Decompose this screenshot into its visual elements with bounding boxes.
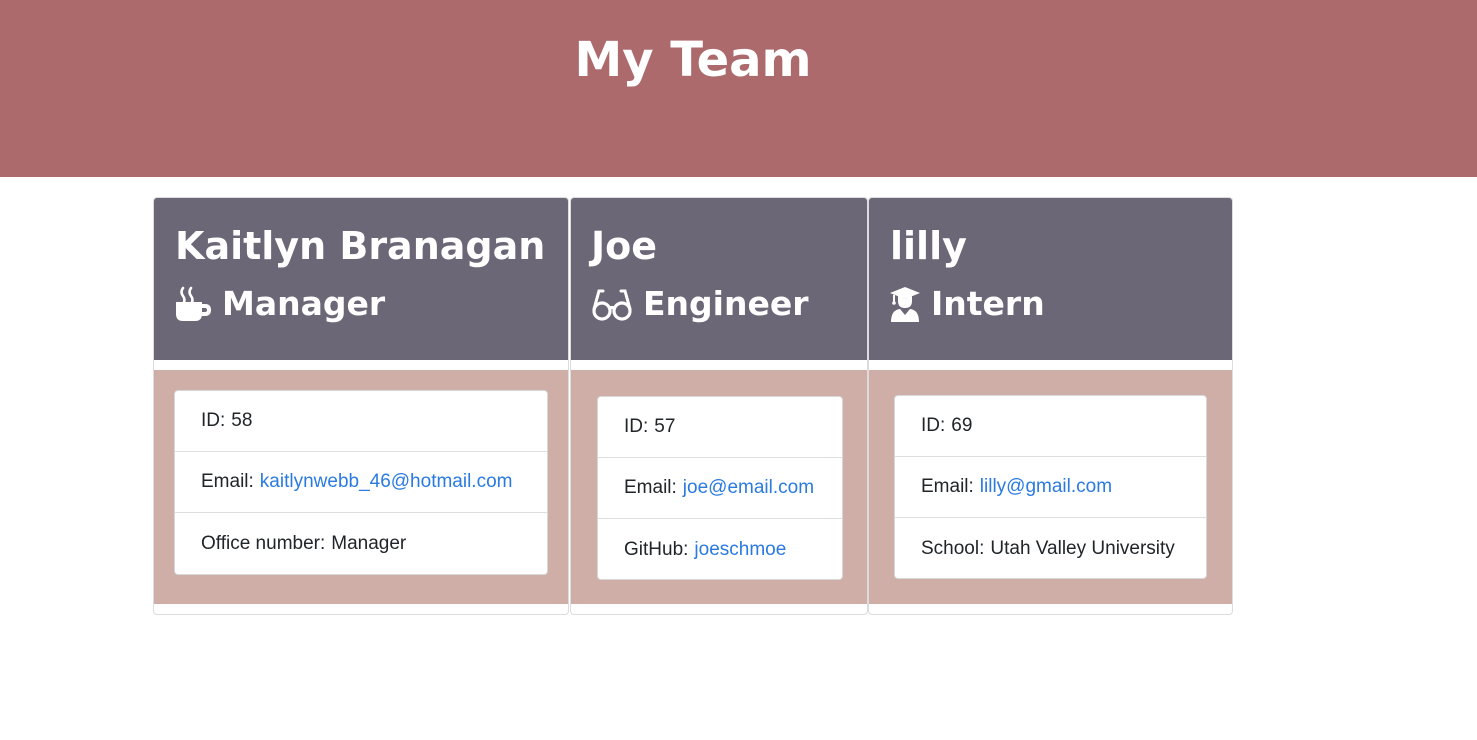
id-item: ID: 58 bbox=[175, 391, 547, 452]
page-header: My Team bbox=[0, 0, 1477, 177]
id-label: ID: bbox=[921, 415, 946, 436]
card-body: ID: 57 Email: joe@email.com GitHub: joes… bbox=[571, 370, 867, 604]
team-card-intern: lilly Intern ID: 69 Email: lilly@gmail.c… bbox=[868, 197, 1233, 615]
employee-role: Engineer bbox=[591, 282, 809, 326]
id-label: ID: bbox=[624, 416, 649, 437]
school-label: School: bbox=[921, 537, 985, 559]
role-label: Engineer bbox=[643, 284, 809, 323]
details-list: ID: 58 Email: kaitlynwebb_46@hotmail.com… bbox=[174, 390, 548, 575]
details-list: ID: 69 Email: lilly@gmail.com School: Ut… bbox=[894, 395, 1207, 579]
email-link[interactable]: joe@email.com bbox=[683, 477, 814, 499]
glasses-icon bbox=[591, 287, 643, 321]
email-link[interactable]: lilly@gmail.com bbox=[980, 476, 1112, 498]
email-label: Email: bbox=[921, 476, 974, 497]
role-label: Intern bbox=[931, 284, 1045, 323]
card-header: Joe Engineer bbox=[571, 198, 867, 360]
role-label: Manager bbox=[222, 284, 386, 323]
email-label: Email: bbox=[201, 471, 254, 492]
github-item: GitHub: joeschmoe bbox=[598, 519, 842, 580]
id-label: ID: bbox=[201, 410, 226, 431]
github-label: GitHub: bbox=[624, 538, 689, 560]
email-item: Email: kaitlynwebb_46@hotmail.com bbox=[175, 452, 547, 513]
school-value: Utah Valley University bbox=[990, 537, 1175, 559]
github-link[interactable]: joeschmoe bbox=[694, 539, 786, 561]
card-body: ID: 58 Email: kaitlynwebb_46@hotmail.com… bbox=[154, 370, 568, 604]
office-number-label: Office number: bbox=[201, 532, 326, 554]
id-item: ID: 69 bbox=[895, 396, 1206, 457]
id-value: 57 bbox=[654, 416, 676, 437]
employee-name: Joe bbox=[591, 224, 658, 268]
email-label: Email: bbox=[624, 477, 677, 498]
school-item: School: Utah Valley University bbox=[895, 518, 1206, 579]
employee-name: Kaitlyn Branagan bbox=[175, 224, 546, 268]
team-card-manager: Kaitlyn Branagan Manager ID: 58 Email: k… bbox=[153, 197, 569, 615]
employee-role: Intern bbox=[889, 282, 1045, 326]
card-header: lilly Intern bbox=[869, 198, 1232, 360]
card-header: Kaitlyn Branagan Manager bbox=[154, 198, 568, 360]
email-link[interactable]: kaitlynwebb_46@hotmail.com bbox=[260, 471, 513, 493]
email-item: Email: lilly@gmail.com bbox=[895, 457, 1206, 518]
card-body: ID: 69 Email: lilly@gmail.com School: Ut… bbox=[869, 370, 1232, 604]
office-number-item: Office number: Manager bbox=[175, 513, 547, 574]
graduate-icon bbox=[889, 286, 931, 322]
details-list: ID: 57 Email: joe@email.com GitHub: joes… bbox=[597, 396, 843, 580]
coffee-mug-icon bbox=[174, 286, 222, 322]
id-value: 69 bbox=[951, 415, 973, 436]
id-value: 58 bbox=[231, 410, 253, 431]
email-item: Email: joe@email.com bbox=[598, 458, 842, 519]
team-card-engineer: Joe Engineer ID: 57 Email: joe@email.com… bbox=[570, 197, 868, 615]
office-number-value: Manager bbox=[331, 532, 407, 554]
page-title: My Team bbox=[574, 32, 812, 88]
employee-name: lilly bbox=[890, 224, 967, 268]
employee-role: Manager bbox=[174, 282, 385, 326]
id-item: ID: 57 bbox=[598, 397, 842, 458]
